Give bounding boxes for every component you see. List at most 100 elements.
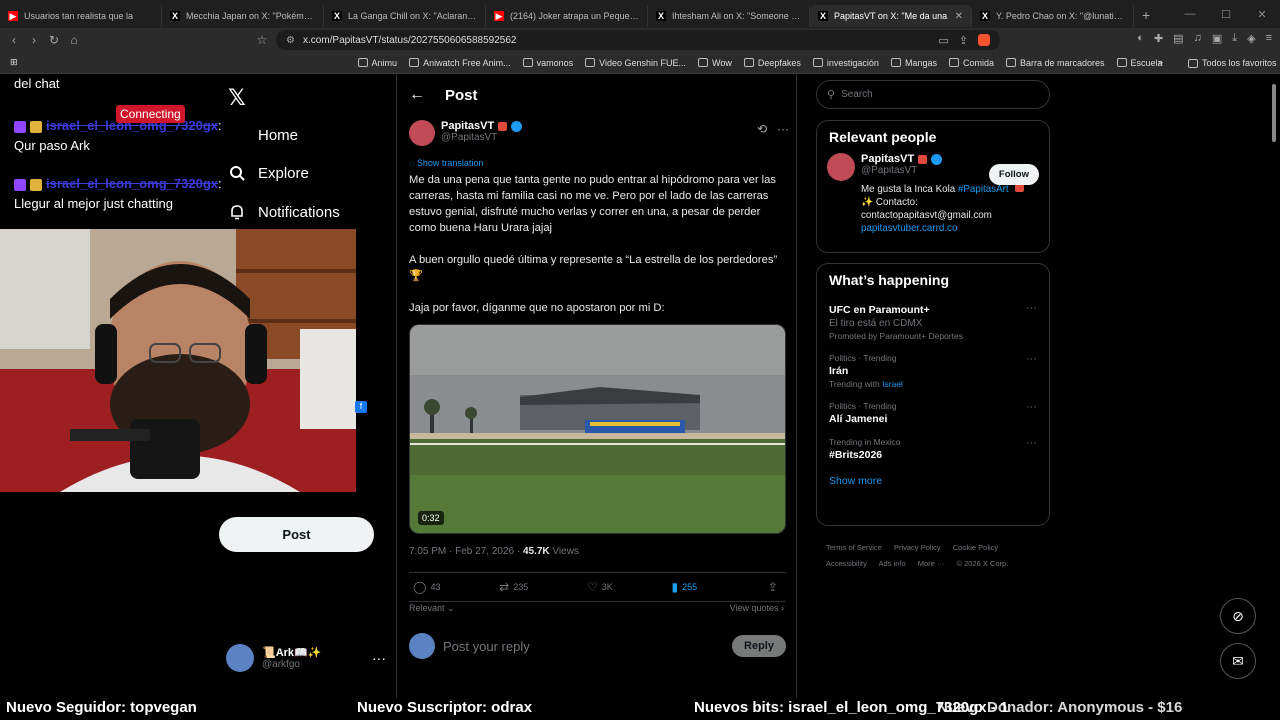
bookmark-item[interactable]: Aniwatch Free Anim... xyxy=(409,58,511,68)
post-timestamp[interactable]: 7:05 PM · Feb 27, 2026 · xyxy=(409,546,523,557)
account-switcher[interactable]: 📜Ark📖✨ @arkfgo ··· xyxy=(226,644,386,672)
share-icon[interactable]: ⇪ xyxy=(959,34,968,47)
browser-tab[interactable]: ▶ (2164) Joker atrapa un Pequeño Pok xyxy=(486,5,648,27)
post-text: Me da una pena que tanta gente no pudo e… xyxy=(409,172,789,332)
browser-tab[interactable]: X PapitasVT on X: "Me da una ✕ xyxy=(810,5,972,27)
person-row[interactable]: PapitasVT @PapitasVT Follow xyxy=(817,153,1049,185)
all-bookmarks-label: Todos los favoritos xyxy=(1202,58,1277,68)
bookmark-item[interactable]: Deepfakes xyxy=(743,58,801,68)
minimize-button[interactable]: — xyxy=(1172,0,1208,28)
bookmark-item[interactable]: investigación xyxy=(812,58,879,68)
like-action[interactable]: ♡ 3K xyxy=(587,580,613,594)
more-icon[interactable]: ··· xyxy=(1026,437,1037,449)
bookmark-item[interactable]: Escuela xyxy=(1116,58,1163,68)
bookmark-item[interactable]: Mangas xyxy=(890,58,937,68)
home-icon[interactable]: ⌂ xyxy=(64,33,84,47)
back-icon[interactable]: ‹ xyxy=(4,33,24,47)
share-action[interactable]: ⇪ xyxy=(768,580,782,594)
bookmark-item[interactable]: vamonos xyxy=(522,58,573,68)
follow-button[interactable]: Follow xyxy=(988,164,1039,185)
nav-explore[interactable]: Explore xyxy=(228,164,309,182)
bookmark-item[interactable]: Video Genshin FUE... xyxy=(585,58,686,68)
sidebar-icon[interactable]: ▤ xyxy=(1173,32,1183,45)
trend-item[interactable]: Politics · Trending Irán Trending with I… xyxy=(817,347,1049,395)
sort-replies-dropdown[interactable]: Relevant ⌄ xyxy=(409,603,455,614)
footer-link[interactable]: More ··· xyxy=(918,559,945,568)
all-bookmarks[interactable]: Todos los favoritos xyxy=(1188,58,1277,68)
bookmark-item[interactable]: Comida xyxy=(948,58,994,68)
trend-item[interactable]: UFC en Paramount+ El tiro está en CDMX P… xyxy=(817,296,1049,347)
avatar[interactable] xyxy=(409,120,435,146)
grok-icon[interactable]: ⟲ xyxy=(757,122,767,136)
more-icon[interactable]: ··· xyxy=(777,122,789,136)
reply-button[interactable]: Reply xyxy=(732,635,786,657)
bookmark-item[interactable]: Animu xyxy=(357,58,397,68)
browser-tab[interactable]: ▶ Usuarios tan realista que la xyxy=(0,5,162,27)
video-duration: 0:32 xyxy=(418,511,444,525)
page-scrollbar[interactable] xyxy=(1270,74,1278,688)
footer-link[interactable]: Accessibility xyxy=(826,559,867,568)
nav-home[interactable]: Home xyxy=(228,126,298,144)
view-quotes-link[interactable]: View quotes › xyxy=(730,603,784,613)
extension-icon[interactable]: ◐ xyxy=(1137,32,1144,45)
brave-shields-icon[interactable] xyxy=(978,33,990,46)
show-translation-link[interactable]: ◌ Show translation xyxy=(409,158,483,168)
show-more-link[interactable]: Show more xyxy=(817,467,1049,497)
browser-tab[interactable]: X La Ganga Chill on X: "Aclarando la s xyxy=(324,5,486,27)
reload-icon[interactable]: ↻ xyxy=(44,33,64,47)
search-input[interactable]: ⚲ Search xyxy=(816,80,1050,109)
x-logo-icon[interactable]: 𝕏 xyxy=(228,85,246,111)
cast-icon[interactable]: ▭ xyxy=(938,34,948,47)
new-tab-button[interactable]: + xyxy=(1134,7,1158,23)
address-bar[interactable]: ⚙ x.com/PapitasVT/status/202755060658859… xyxy=(276,30,1000,50)
menu-icon[interactable]: ≡ xyxy=(1266,32,1272,45)
bookmark-item[interactable]: Barra de marcadores xyxy=(1005,58,1105,68)
apps-icon[interactable]: ⊞ xyxy=(10,57,18,68)
bookmark-item[interactable]: Wow xyxy=(698,58,732,68)
back-arrow-icon[interactable]: ← xyxy=(409,86,425,104)
more-icon[interactable]: ··· xyxy=(372,650,386,666)
trend-item[interactable]: Trending in Mexico #Brits2026 ··· xyxy=(817,431,1049,467)
more-icon[interactable]: ··· xyxy=(1026,353,1037,365)
music-icon[interactable]: ♫ xyxy=(1194,32,1202,45)
wallet-icon[interactable]: ▣ xyxy=(1212,32,1222,45)
download-icon[interactable]: ⤓ xyxy=(1232,32,1237,45)
bookmark-page-icon[interactable]: ☆ xyxy=(252,33,272,47)
reply-action[interactable]: ◯ 43 xyxy=(413,580,440,594)
close-tab-icon[interactable]: ✕ xyxy=(955,11,963,22)
maximize-button[interactable]: ☐ xyxy=(1208,0,1244,28)
trend-related-link[interactable]: Israel xyxy=(882,379,903,389)
author-name-row[interactable]: PapitasVT xyxy=(441,120,523,132)
browser-tab[interactable]: X Y. Pedro Chao on X: "@lunaticmonst xyxy=(972,5,1134,27)
compose-post-button[interactable]: Post xyxy=(219,517,374,552)
more-icon[interactable]: ··· xyxy=(1026,401,1037,413)
footer-link[interactable]: Privacy Policy xyxy=(894,543,941,552)
more-bookmarks-icon[interactable]: » xyxy=(1158,57,1163,67)
footer-link[interactable]: Terms of Service xyxy=(826,543,882,552)
page-title: Post xyxy=(445,86,478,104)
browser-tab[interactable]: X Ihtesham Ali on X: "Someone jus xyxy=(648,5,810,27)
grok-button[interactable]: ⊘ xyxy=(1220,598,1256,634)
bookmark-action[interactable]: ▮ 255 xyxy=(672,580,698,594)
close-window-button[interactable]: ✕ xyxy=(1244,0,1280,28)
footer-link[interactable]: Ads info xyxy=(879,559,906,568)
nav-notifications[interactable]: Notifications xyxy=(228,203,340,221)
bio-link[interactable]: papitasvtuber.carrd.co xyxy=(861,223,957,234)
scrollbar-thumb[interactable] xyxy=(1272,84,1276,142)
url-text: x.com/PapitasVT/status/20275506065885925… xyxy=(302,34,517,46)
hashtag-link[interactable]: #PapitasArt xyxy=(958,184,1009,195)
post-video[interactable]: 0:32 xyxy=(409,324,786,534)
repost-action[interactable]: ⇄ 235 xyxy=(499,580,528,594)
reply-input[interactable]: Post your reply xyxy=(443,639,530,654)
trend-item[interactable]: Politics · Trending Alí Jamenei ··· xyxy=(817,395,1049,431)
whats-happening-title: What’s happening xyxy=(829,272,950,288)
more-icon[interactable]: ··· xyxy=(1026,302,1037,314)
site-info-icon[interactable]: ⚙ xyxy=(286,35,295,46)
folder-icon xyxy=(522,58,533,67)
vpn-icon[interactable]: ◈ xyxy=(1247,32,1255,45)
browser-tab[interactable]: X Mecchia Japan on X: "Pokémon Fit xyxy=(162,5,324,27)
forward-icon[interactable]: › xyxy=(24,33,44,47)
footer-link[interactable]: Cookie Policy xyxy=(953,543,998,552)
messages-button[interactable]: ✉ xyxy=(1220,643,1256,679)
puzzle-icon[interactable]: ✚ xyxy=(1154,32,1163,45)
